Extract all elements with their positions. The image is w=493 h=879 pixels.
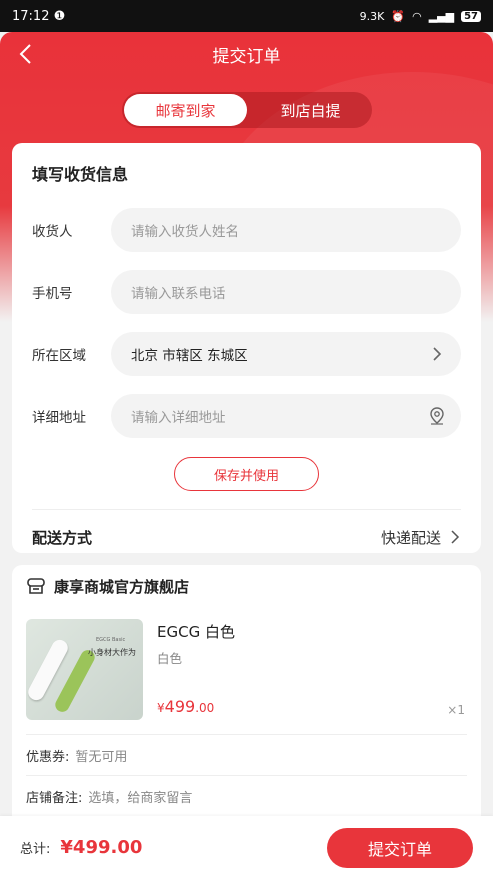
total-label: 总计: <box>20 842 51 857</box>
address-card: 填写收货信息 收货人 请输入收货人姓名 手机号 请输入联系电话 所在区域 北京 … <box>12 143 481 553</box>
delivery-type-tabs: 邮寄到家 到店自提 <box>122 92 372 128</box>
location-pin-icon[interactable] <box>427 406 447 426</box>
region-label: 所在区域 <box>32 348 86 364</box>
nav-bar: 提交订单 <box>0 32 493 76</box>
shipping-method-value[interactable]: 快递配送 <box>381 527 461 548</box>
address-section-title: 填写收货信息 <box>32 165 129 184</box>
product-image: EGCG Basic 小身材大作为 <box>26 619 143 720</box>
order-total: 总计: ¥499.00 <box>20 837 142 858</box>
receiver-label: 收货人 <box>32 224 73 240</box>
price-currency: ¥ <box>157 701 165 715</box>
page-title: 提交订单 <box>212 46 281 67</box>
shop-card: 康享商城官方旗舰店 EGCG Basic 小身材大作为 EGCG 白色 白色 ¥… <box>12 565 481 825</box>
phone-label: 手机号 <box>32 286 73 302</box>
receiver-input[interactable]: 请输入收货人姓名 <box>111 208 461 252</box>
total-amount: ¥499.00 <box>60 837 143 858</box>
product-name: EGCG 白色 <box>157 623 235 641</box>
region-row: 所在区域 北京 市辖区 东城区 <box>32 323 461 385</box>
chevron-right-icon <box>433 347 442 361</box>
product-price: ¥499.00 <box>157 697 214 716</box>
shipping-method-text: 快递配送 <box>380 528 441 547</box>
coupon-label: 优惠券: <box>26 749 70 765</box>
coupon-value: 暂无可用 <box>75 749 128 765</box>
product-quantity: ×1 <box>447 703 465 717</box>
region-select[interactable]: 北京 市辖区 东城区 <box>111 332 461 376</box>
back-arrow-icon <box>19 44 31 64</box>
product-info: EGCG 白色 白色 ¥499.00 ×1 <box>157 619 467 722</box>
tab-store-pickup[interactable]: 到店自提 <box>249 92 372 128</box>
store-icon <box>27 578 45 594</box>
bottom-bar: 总计: ¥499.00 提交订单 <box>0 816 493 879</box>
shop-header: 康享商城官方旗舰店 <box>26 565 467 607</box>
remark-label: 店铺备注: <box>26 790 83 806</box>
product-image-slogan: 小身材大作为 <box>88 648 136 657</box>
submit-order-button[interactable]: 提交订单 <box>327 827 473 868</box>
signal-icon: ▂▄▆ <box>428 9 455 23</box>
status-bar: 17:12 ❶ 9.3K ⏰ ◠ ▂▄▆ 57 <box>0 0 493 32</box>
price-integer: 499 <box>164 697 196 716</box>
detail-address-label: 详细地址 <box>32 410 86 426</box>
tab-mail-home[interactable]: 邮寄到家 <box>124 94 247 126</box>
product-image-brand: EGCG Basic <box>96 637 126 643</box>
detail-address-input[interactable]: 请输入详细地址 <box>111 394 461 438</box>
product-spec: 白色 <box>157 651 183 666</box>
detail-address-row: 详细地址 请输入详细地址 <box>32 385 461 447</box>
shipping-method-label: 配送方式 <box>32 528 93 547</box>
alarm-icon: ⏰ <box>391 9 406 23</box>
status-right: 9.3K ⏰ ◠ ▂▄▆ 57 <box>360 10 481 23</box>
phone-row: 手机号 请输入联系电话 <box>32 261 461 323</box>
region-value: 北京 市辖区 东城区 <box>131 348 248 364</box>
network-speed: 9.3K <box>359 9 385 23</box>
chevron-right-icon <box>451 530 460 544</box>
save-and-use-button[interactable]: 保存并使用 <box>174 457 319 491</box>
phone-input[interactable]: 请输入联系电话 <box>111 270 461 314</box>
receiver-row: 收货人 请输入收货人姓名 <box>32 199 461 261</box>
remark-input[interactable]: 选填，给商家留言 <box>88 787 192 806</box>
status-time: 17:12 <box>12 8 50 24</box>
battery-level: 57 <box>461 10 481 22</box>
coupon-row[interactable]: 优惠券: 暂无可用 <box>26 735 467 775</box>
back-button[interactable] <box>14 40 38 68</box>
detail-address-placeholder: 请输入详细地址 <box>131 410 226 426</box>
product-item[interactable]: EGCG Basic 小身材大作为 EGCG 白色 白色 ¥499.00 ×1 <box>26 619 467 722</box>
shipping-method-row[interactable]: 配送方式 快递配送 <box>32 510 461 564</box>
price-decimal: .00 <box>195 701 215 715</box>
status-left: 17:12 ❶ <box>12 9 65 24</box>
shop-name: 康享商城官方旗舰店 <box>54 577 190 596</box>
notification-icon: ❶ <box>53 8 66 24</box>
remark-row[interactable]: 店铺备注: 选填，给商家留言 <box>26 776 467 816</box>
wifi-icon: ◠ <box>412 9 422 23</box>
